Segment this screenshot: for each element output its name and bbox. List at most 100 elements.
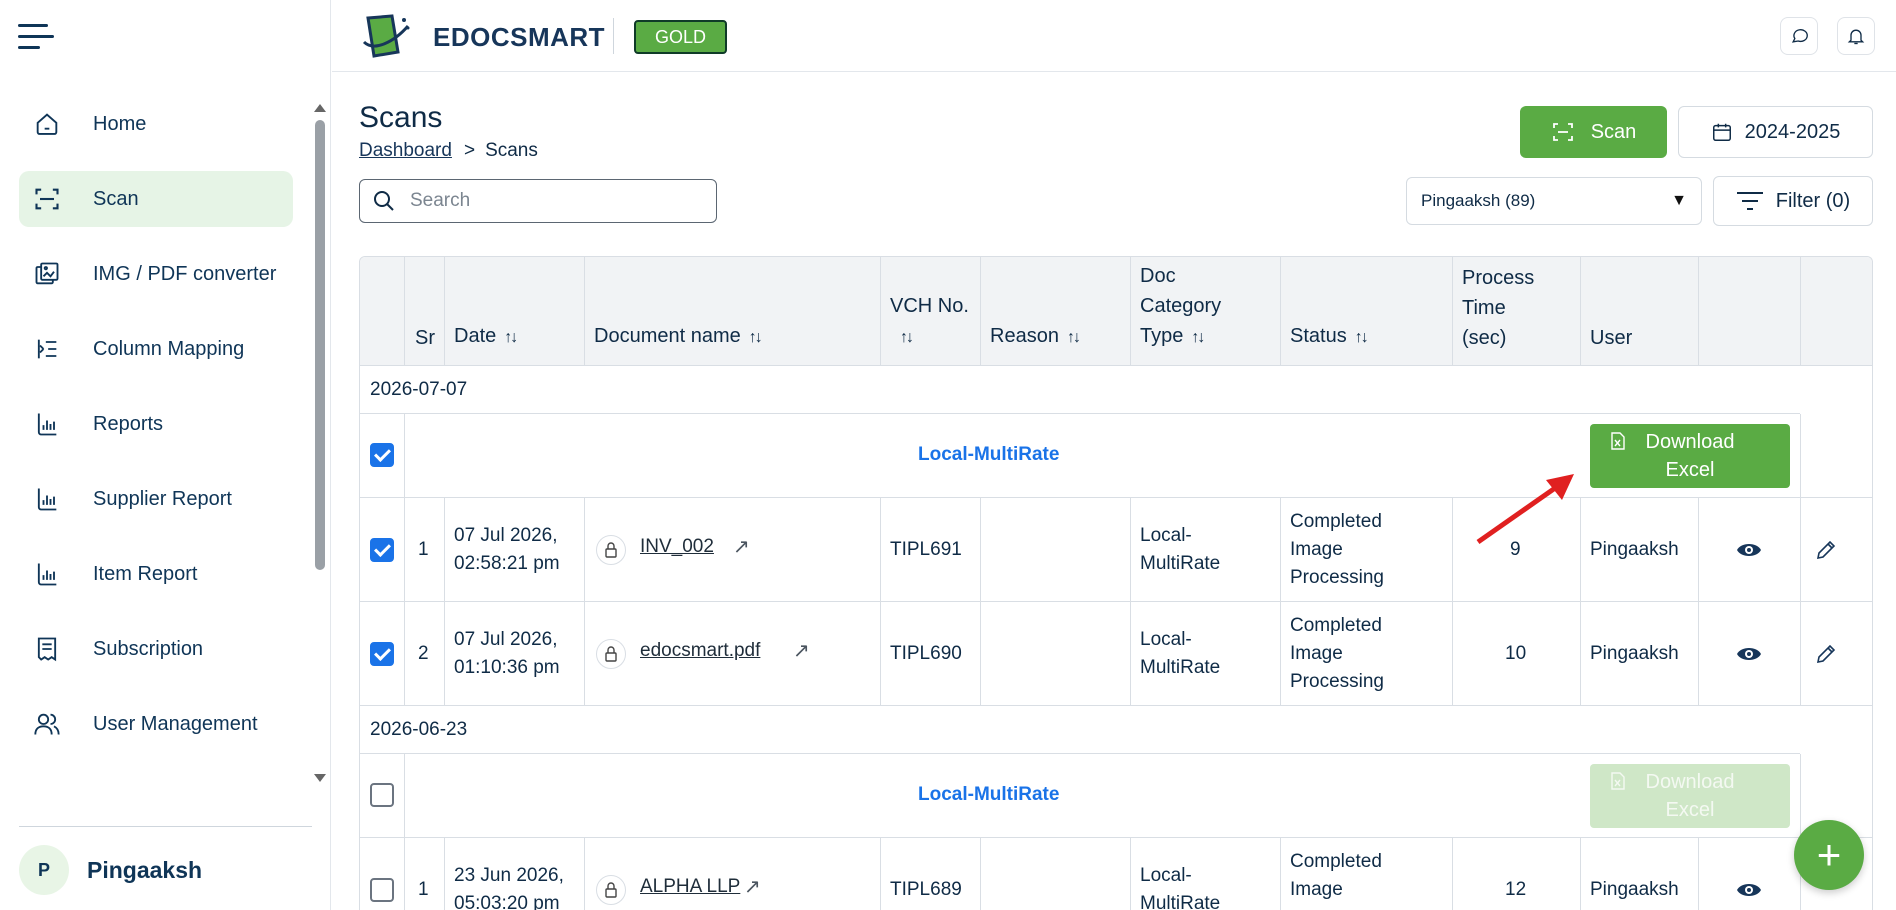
vch-cell: TIPL691: [890, 539, 962, 560]
sort-icon[interactable]: ↑↓: [1355, 329, 1369, 346]
sort-icon[interactable]: ↑↓: [1191, 329, 1205, 346]
vch-cell: TIPL689: [890, 879, 962, 900]
user-select[interactable]: Pingaaksh (89) ▼: [1406, 177, 1702, 225]
category-group-label: Local-MultiRate: [918, 444, 1060, 465]
sidebar-divider: [19, 826, 312, 827]
sidebar-item-label: Home: [93, 112, 147, 135]
scroll-up-arrow[interactable]: [314, 104, 326, 112]
external-link-icon[interactable]: ↗: [744, 874, 761, 899]
document-link[interactable]: ALPHA LLP: [640, 876, 740, 898]
column-header-sr: Sr: [415, 327, 435, 349]
breadcrumb: Dashboard > Scans: [359, 140, 538, 162]
sort-icon[interactable]: ↑↓: [504, 329, 518, 346]
download-excel-button[interactable]: Download Excel: [1590, 424, 1790, 488]
top-bar: EDOCSMART GOLD: [332, 0, 1896, 72]
filter-button-label: Filter (0): [1775, 189, 1851, 212]
document-link[interactable]: edocsmart.pdf: [640, 640, 760, 662]
group-checkbox[interactable]: [370, 783, 394, 807]
column-header-date[interactable]: Date ↑↓: [454, 321, 518, 353]
user-cell: Pingaaksh: [1590, 879, 1679, 900]
column-header-status[interactable]: Status ↑↓: [1290, 321, 1369, 353]
eye-icon[interactable]: [1736, 539, 1762, 561]
user-select-value: Pingaaksh (89): [1421, 191, 1536, 210]
status-cell: Completed Image Processing: [1290, 615, 1384, 692]
avatar: P: [19, 845, 69, 895]
brand-name: EDOCSMART: [433, 22, 606, 52]
filter-button[interactable]: Filter (0): [1713, 176, 1873, 226]
external-link-icon[interactable]: ↗: [793, 638, 810, 663]
sidebar-item-label: Scan: [93, 187, 139, 210]
chat-icon: [1791, 29, 1808, 43]
document-link[interactable]: INV_002: [640, 536, 714, 558]
breadcrumb-dashboard-link[interactable]: Dashboard: [359, 140, 452, 162]
group-checkbox[interactable]: [370, 443, 394, 467]
breadcrumb-separator: >: [463, 140, 476, 161]
sidebar-item-subscription[interactable]: Subscription: [19, 621, 293, 677]
search-box[interactable]: [359, 179, 717, 223]
sidebar-item-user-management[interactable]: User Management: [19, 696, 293, 752]
user-cell: Pingaaksh: [1590, 643, 1679, 664]
sidebar-item-converter[interactable]: IMG / PDF converter: [19, 246, 293, 302]
column-header-vch-no[interactable]: VCH No. ↑↓: [890, 291, 969, 353]
category-group-row: Local-MultiRate Download Excel: [360, 754, 1872, 838]
user-cell: Pingaaksh: [1590, 539, 1679, 560]
chart-icon: [31, 558, 63, 590]
sidebar-item-label: Supplier Report: [93, 487, 232, 510]
chat-button[interactable]: [1780, 17, 1818, 55]
row-checkbox[interactable]: [370, 642, 394, 666]
sidebar-item-scan[interactable]: Scan: [19, 171, 293, 227]
table-row: 1 07 Jul 2026, 02:58:21 pm INV_002 ↗ TIPL…: [360, 498, 1872, 602]
sort-icon[interactable]: ↑↓: [1067, 329, 1081, 346]
sidebar-item-reports[interactable]: Reports: [19, 396, 293, 452]
edit-pencil-icon[interactable]: [1815, 539, 1837, 561]
plan-badge: GOLD: [634, 20, 727, 54]
sidebar-item-label: Reports: [93, 412, 164, 435]
dropdown-caret-icon: ▼: [1671, 192, 1687, 209]
process-time-cell: 12: [1505, 879, 1527, 900]
sidebar-item-item-report[interactable]: Item Report: [19, 546, 293, 602]
sidebar-item-label: Column Mapping: [93, 337, 245, 360]
column-header-document-name[interactable]: Document name ↑↓: [594, 321, 763, 353]
menu-icon[interactable]: [18, 24, 54, 50]
eye-icon[interactable]: [1736, 879, 1762, 901]
financial-year-button[interactable]: 2024-2025: [1678, 106, 1873, 158]
sr-cell: 2: [418, 643, 429, 664]
user-profile[interactable]: P Pingaaksh: [19, 845, 202, 895]
breadcrumb-current: Scans: [485, 140, 538, 161]
sidebar-item-column-mapping[interactable]: Column Mapping: [19, 321, 293, 377]
notifications-button[interactable]: [1837, 17, 1875, 55]
date-group-label: 2026-06-23: [370, 719, 468, 740]
vch-cell: TIPL690: [890, 643, 962, 664]
column-header-reason[interactable]: Reason ↑↓: [990, 321, 1081, 353]
lock-icon: [596, 639, 626, 669]
external-link-icon[interactable]: ↗: [733, 534, 750, 559]
scroll-down-arrow[interactable]: [314, 774, 326, 782]
sidebar-nav: Home Scan IMG / PDF converter Column Map…: [19, 96, 293, 771]
date-cell: 23 Jun 2026, 05:03:20 pm: [454, 865, 564, 910]
column-header-doc-category-type[interactable]: Doc Category Type ↑↓: [1140, 261, 1221, 353]
scan-button[interactable]: Scan: [1520, 106, 1667, 158]
sort-icon[interactable]: ↑↓: [900, 329, 914, 346]
sidebar-scrollbar[interactable]: [315, 120, 325, 570]
add-fab-button[interactable]: +: [1794, 820, 1864, 890]
sort-icon[interactable]: ↑↓: [749, 329, 763, 346]
row-checkbox[interactable]: [370, 878, 394, 902]
category-cell: Local- MultiRate: [1140, 865, 1221, 910]
sidebar-item-supplier-report[interactable]: Supplier Report: [19, 471, 293, 527]
lock-icon: [596, 535, 626, 565]
sidebar-item-label: IMG / PDF converter: [93, 262, 277, 285]
category-group-label: Local-MultiRate: [918, 784, 1060, 805]
edit-pencil-icon[interactable]: [1815, 643, 1837, 665]
receipt-icon: [31, 633, 63, 665]
sr-cell: 1: [418, 879, 429, 900]
sidebar-item-label: Subscription: [93, 637, 204, 660]
converter-icon: [31, 258, 63, 290]
eye-icon[interactable]: [1736, 643, 1762, 665]
plus-icon: +: [1816, 831, 1842, 878]
excel-icon: [1611, 772, 1625, 790]
sidebar-item-home[interactable]: Home: [19, 96, 293, 152]
table-header: Sr Date ↑↓ Document name ↑↓ VCH No. ↑↓ Reas…: [360, 257, 1872, 366]
search-input[interactable]: [410, 190, 690, 212]
date-group-row: 2026-06-23: [360, 706, 1800, 754]
row-checkbox[interactable]: [370, 538, 394, 562]
